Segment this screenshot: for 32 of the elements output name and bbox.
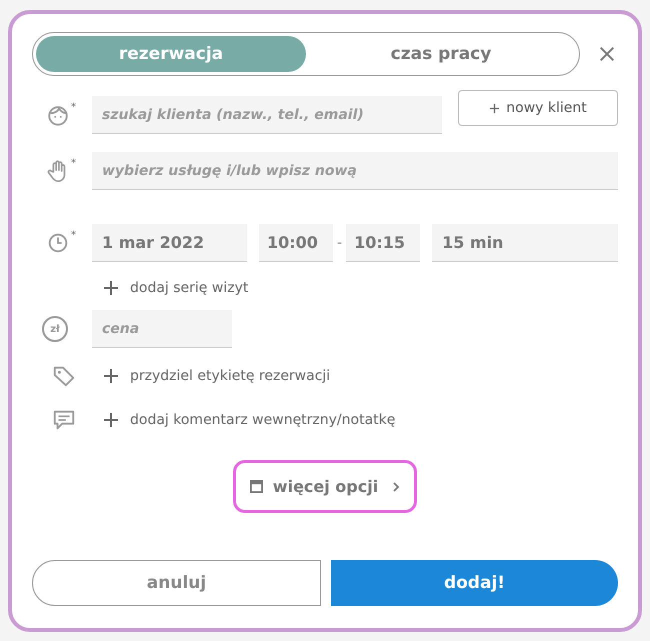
add-button[interactable]: dodaj! (331, 560, 618, 606)
date-field[interactable]: 1 mar 2022 (92, 224, 247, 262)
price-field[interactable]: cena (92, 310, 232, 348)
plus-icon (104, 413, 118, 427)
close-icon[interactable] (598, 45, 616, 63)
client-search-field[interactable]: szukaj klienta (nazw., tel., email) (92, 96, 442, 134)
plus-icon (104, 281, 118, 295)
plus-icon (104, 369, 118, 383)
service-field[interactable]: wybierz usługę i/lub wpisz nową (92, 152, 618, 190)
required-mark: * (71, 159, 76, 169)
tab[interactable]: czas pracy (306, 36, 576, 72)
chevron-right-icon (392, 480, 400, 492)
time-separator: - (337, 235, 342, 251)
start-time-field[interactable]: 10:00 (259, 224, 333, 262)
cancel-button[interactable]: anuluj (32, 560, 321, 606)
new-client-button[interactable]: nowy klient (458, 90, 618, 126)
tag-icon (52, 364, 76, 388)
tab[interactable]: rezerwacja (36, 36, 306, 72)
required-mark: * (71, 103, 76, 113)
comment-icon (52, 408, 76, 432)
assign-tag-link[interactable]: przydziel etykietę rezerwacji (104, 368, 330, 384)
clock-icon (46, 231, 70, 255)
window-icon (250, 480, 263, 493)
end-time-field[interactable]: 10:15 (346, 224, 420, 262)
add-series-link[interactable]: dodaj serię wizyt (104, 280, 248, 296)
add-comment-link[interactable]: dodaj komentarz wewnętrzny/notatkę (104, 412, 396, 428)
face-icon (46, 103, 70, 127)
plus-icon (489, 102, 500, 114)
more-options-button[interactable]: więcej opcji (232, 460, 418, 513)
currency-icon: zł (42, 316, 68, 342)
duration-field[interactable]: 15 min (432, 224, 618, 262)
required-mark: * (71, 231, 76, 241)
